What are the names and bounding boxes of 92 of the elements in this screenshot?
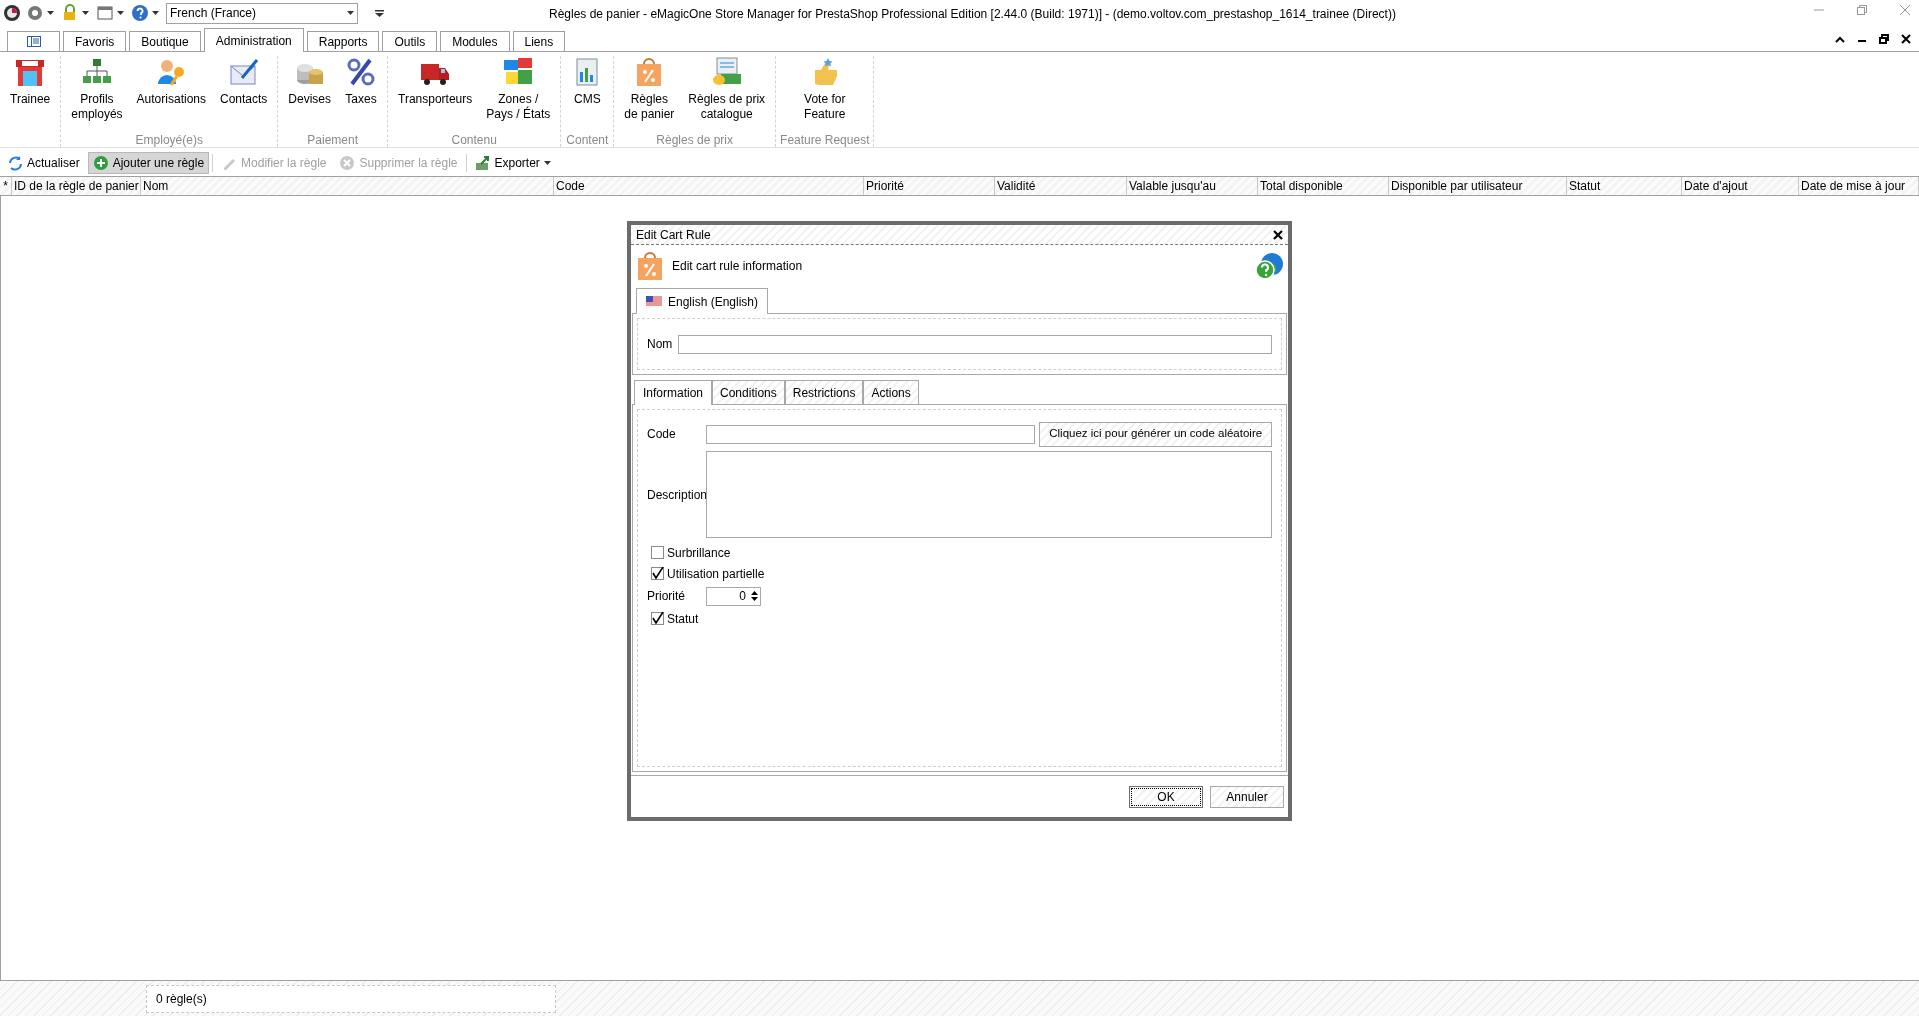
dialog-title: Edit Cart Rule bbox=[636, 226, 711, 244]
ribbon-tab[interactable]: Modules bbox=[440, 31, 510, 51]
export-icon bbox=[474, 155, 491, 171]
ribbon-button[interactable]: Trainee bbox=[4, 56, 57, 107]
gear-icon bbox=[26, 4, 44, 22]
flag-icon bbox=[646, 296, 662, 307]
column-header[interactable]: Statut bbox=[1567, 177, 1682, 195]
ribbon-group-label: Contenu bbox=[451, 133, 497, 147]
close-icon[interactable] bbox=[1273, 229, 1283, 240]
panel-icon bbox=[26, 36, 41, 47]
field-label: Code bbox=[647, 426, 677, 443]
caret-icon bbox=[47, 11, 54, 15]
collapse-ribbon-icon[interactable] bbox=[1835, 35, 1845, 43]
ribbon-group-label: Employé(e)s bbox=[135, 133, 203, 147]
customize-caret-icon[interactable] bbox=[375, 9, 384, 17]
column-header[interactable]: Date de mise à jour bbox=[1799, 177, 1919, 195]
column-header[interactable]: Priorité bbox=[864, 177, 995, 195]
ribbon-button[interactable]: CMS bbox=[565, 56, 610, 107]
description-field[interactable] bbox=[706, 451, 1272, 538]
close-icon[interactable] bbox=[1901, 34, 1911, 44]
caret-icon bbox=[117, 11, 124, 15]
cancel-button[interactable]: Annuler bbox=[1210, 785, 1284, 808]
dialog-tab[interactable]: Restrictions bbox=[784, 380, 864, 404]
add-icon bbox=[92, 155, 109, 171]
field-label: Description bbox=[647, 486, 706, 504]
help-globe-icon[interactable] bbox=[1254, 251, 1284, 281]
ribbon-group-label: Content bbox=[566, 133, 609, 147]
generate-code-button[interactable]: Cliquez ici pour générer un code aléatoire bbox=[1039, 421, 1272, 447]
dialog-heading: Edit cart rule information bbox=[672, 258, 803, 275]
ribbon-tab[interactable]: Outils bbox=[382, 31, 438, 51]
ribbon-button[interactable]: Contacts bbox=[214, 56, 274, 107]
ribbon-group-label: Règles de prix bbox=[656, 133, 734, 147]
column-header[interactable]: ID de la règle de panier bbox=[12, 177, 141, 195]
priority-spinner[interactable]: 0 bbox=[706, 586, 761, 606]
window-title: Règles de panier - eMagicOne Store Manager for PrestaShop Professional Edition [2.44.0 (Build: 1971)] - (demo.voltov.com_prestashop_1614_trainee (Direct)) bbox=[549, 6, 1396, 23]
ok-button[interactable]: OK bbox=[1129, 785, 1203, 808]
ribbon-tab[interactable]: Rapports bbox=[306, 31, 380, 51]
dialog-tab[interactable]: Information bbox=[634, 380, 713, 405]
dialog-tab[interactable]: Conditions bbox=[712, 380, 785, 404]
ribbon-tab[interactable]: Boutique bbox=[129, 31, 201, 51]
toolbar-button[interactable]: Actualiser bbox=[2, 152, 85, 174]
ribbon-button[interactable]: Vote for Feature bbox=[798, 56, 852, 122]
ribbon-tab[interactable]: Liens bbox=[512, 31, 566, 51]
language-tab[interactable]: English (English) bbox=[636, 288, 769, 314]
help-icon bbox=[131, 4, 149, 22]
code-field[interactable] bbox=[705, 424, 1036, 444]
field-label: Nom bbox=[647, 336, 673, 353]
ribbon-button[interactable]: Taxes bbox=[339, 56, 384, 107]
column-header[interactable]: Validité bbox=[995, 177, 1127, 195]
checkbox[interactable]: Statut bbox=[651, 608, 1272, 629]
caret-icon bbox=[82, 11, 89, 15]
ribbon-button[interactable]: Transporteurs bbox=[392, 56, 479, 107]
app-logo-icon[interactable] bbox=[3, 4, 21, 22]
column-header[interactable]: Nom bbox=[141, 177, 554, 195]
column-header[interactable]: Code bbox=[554, 177, 864, 195]
caret-icon bbox=[152, 11, 159, 15]
export-dropdown-button[interactable]: Exporter bbox=[469, 152, 556, 174]
ribbon-tab[interactable]: Favoris bbox=[63, 31, 127, 51]
ribbon-group-label: Feature Request bbox=[780, 133, 870, 147]
price-list-money-icon bbox=[710, 56, 743, 88]
record-count: 0 règle(s) bbox=[156, 990, 207, 1008]
ribbon-button[interactable]: Autorisations bbox=[130, 56, 212, 107]
delete-icon bbox=[339, 155, 356, 171]
ribbon-button[interactable]: Règles de panier bbox=[618, 56, 681, 122]
window-icon bbox=[96, 4, 114, 22]
help-menu-button[interactable] bbox=[129, 4, 161, 22]
caret-icon bbox=[347, 11, 354, 15]
row-marker-header: * bbox=[0, 177, 12, 195]
column-header[interactable]: Date d'ajout bbox=[1682, 177, 1799, 195]
window-menu-button[interactable] bbox=[94, 4, 126, 22]
envelope-pen-icon bbox=[227, 56, 260, 88]
ribbon-group-label: Paiement bbox=[307, 133, 359, 147]
toolbar-button[interactable]: Ajouter une règle bbox=[87, 152, 210, 174]
column-header[interactable]: Disponible par utilisateur bbox=[1389, 177, 1567, 195]
column-header[interactable]: Total disponible bbox=[1258, 177, 1389, 195]
field-label: Priorité bbox=[647, 588, 686, 605]
language-dropdown[interactable]: French (France) bbox=[166, 2, 358, 24]
ribbon-button[interactable]: Règles de prix catalogue bbox=[682, 56, 772, 122]
ribbon-button[interactable]: Devises bbox=[282, 56, 338, 107]
dialog-tab[interactable]: Actions bbox=[863, 380, 919, 404]
restore-icon[interactable] bbox=[1879, 34, 1889, 44]
ribbon-button[interactable]: Profils employés bbox=[65, 56, 129, 122]
name-field[interactable] bbox=[678, 334, 1272, 354]
refresh-icon bbox=[7, 155, 23, 171]
file-menu-tab[interactable] bbox=[7, 31, 60, 51]
ribbon-tab[interactable]: Administration bbox=[203, 28, 304, 52]
checkbox[interactable]: Surbrillance bbox=[651, 542, 1272, 563]
caret-icon bbox=[543, 161, 551, 165]
checkbox[interactable]: Utilisation partielle bbox=[651, 563, 1272, 584]
spin-arrows-icon bbox=[751, 590, 758, 602]
column-header[interactable]: Valable jusqu'au bbox=[1127, 177, 1258, 195]
ribbon-button[interactable]: Zones / Pays / États bbox=[480, 56, 557, 122]
